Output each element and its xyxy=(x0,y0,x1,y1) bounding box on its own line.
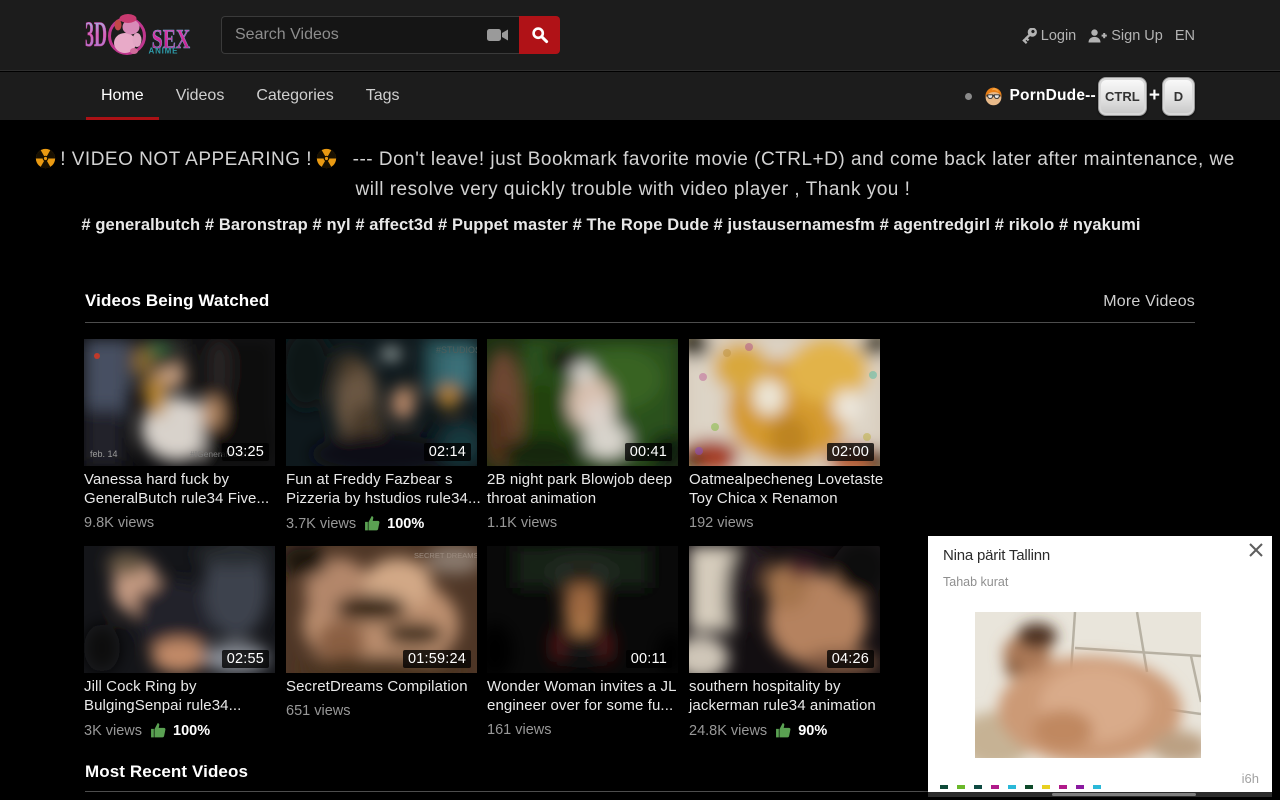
svg-text:3D: 3D xyxy=(85,16,107,55)
svg-text:SECRET DREAMS: SECRET DREAMS xyxy=(414,551,477,560)
svg-text:ANIME: ANIME xyxy=(149,47,179,56)
svg-text:feb. 14: feb. 14 xyxy=(90,449,118,459)
svg-text:#STUDIOS: #STUDIOS xyxy=(436,345,477,355)
